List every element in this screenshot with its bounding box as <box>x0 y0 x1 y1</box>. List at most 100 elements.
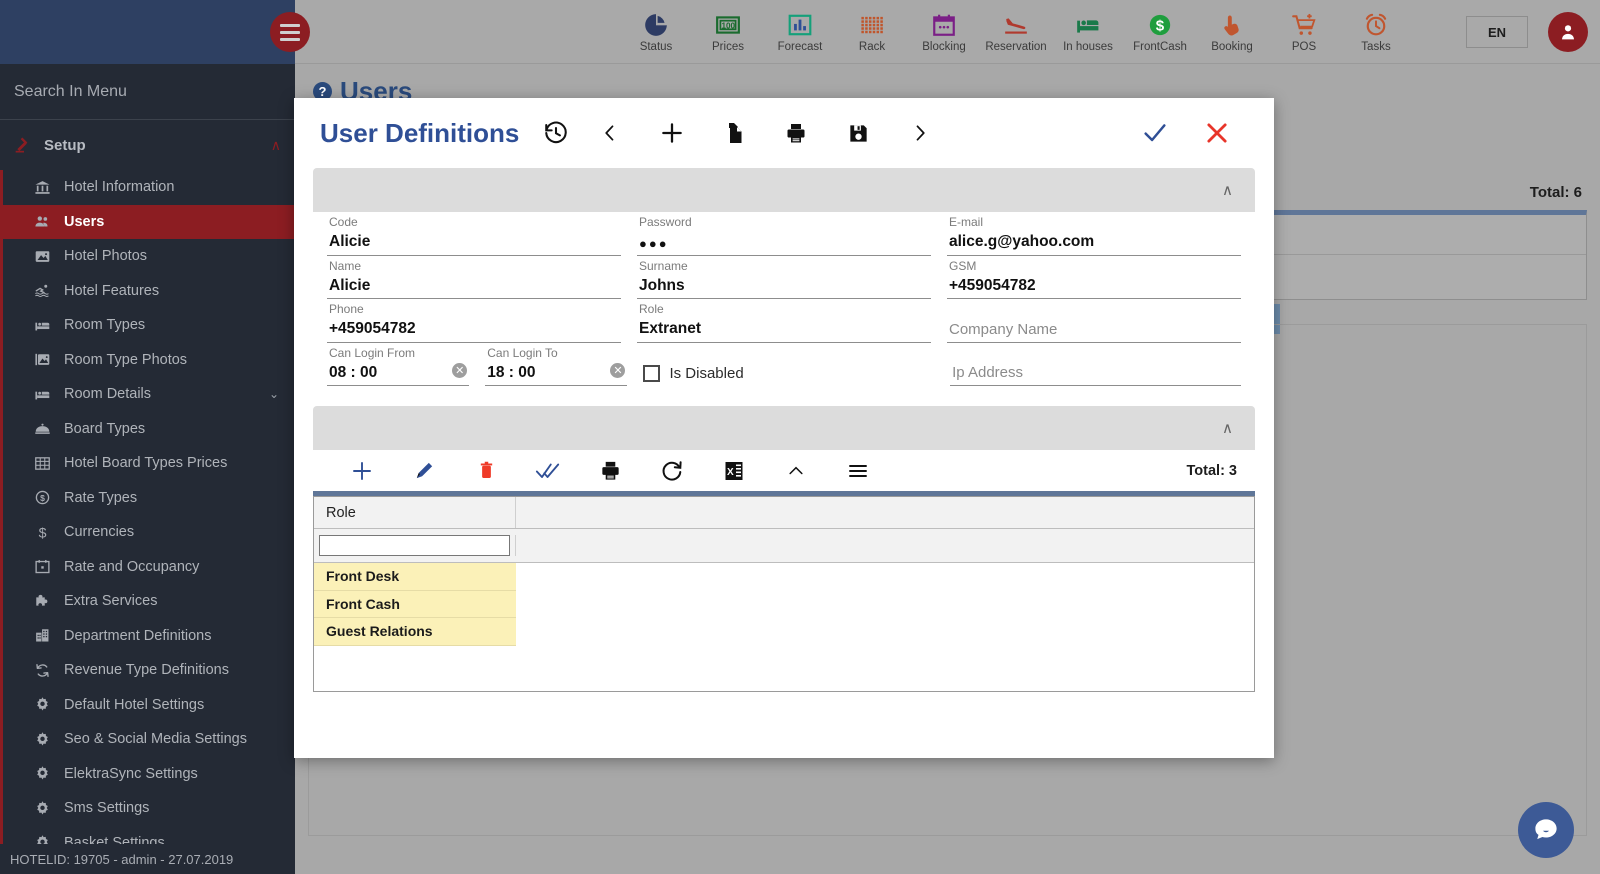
nav-item-in-houses[interactable]: In houses <box>1052 0 1124 64</box>
building-icon <box>31 627 53 644</box>
sidebar-item-default-hotel-settings[interactable]: Default Hotel Settings <box>3 688 295 723</box>
details-panel-toggle[interactable]: ∧ <box>313 168 1255 212</box>
sidebar-item-room-type-photos[interactable]: Room Type Photos <box>3 343 295 378</box>
gsm-field[interactable]: GSM +459054782 <box>947 256 1241 299</box>
copy-record-button[interactable] <box>703 110 765 156</box>
sidebar-item-room-details[interactable]: Room Details ⌄ <box>3 377 295 412</box>
sidebar-item-revenue-type-definitions[interactable]: Revenue Type Definitions <box>3 653 295 688</box>
email-field[interactable]: E-mail alice.g@yahoo.com <box>947 212 1241 256</box>
nav-item-tasks[interactable]: Tasks <box>1340 0 1412 64</box>
roles-panel-toggle[interactable]: ∧ <box>313 406 1255 450</box>
sidebar-item-rate-types[interactable]: $ Rate Types <box>3 481 295 516</box>
sidebar-item-extra-services[interactable]: Extra Services <box>3 584 295 619</box>
grid-menu-button[interactable] <box>827 450 889 492</box>
sidebar-search[interactable] <box>0 64 295 120</box>
nav-item-rack[interactable]: Rack <box>836 0 908 64</box>
sidebar-item-seo-social-media-settings[interactable]: Seo & Social Media Settings <box>3 722 295 757</box>
chat-widget-button[interactable] <box>1518 802 1574 858</box>
collapse-grid-button[interactable] <box>765 450 827 492</box>
menu-toggle-button[interactable] <box>270 12 310 52</box>
floppy-save-icon <box>850 124 867 142</box>
confirm-button[interactable] <box>1124 110 1186 156</box>
role-field[interactable]: Role Extranet <box>637 299 931 343</box>
add-record-button[interactable] <box>641 110 703 156</box>
next-record-button[interactable] <box>889 110 951 156</box>
grid-total-count: Total: 3 <box>1186 462 1237 479</box>
nav-item-reservation[interactable]: Reservation <box>980 0 1052 64</box>
sidebar-item-room-types[interactable]: Room Types <box>3 308 295 343</box>
close-icon <box>1207 123 1227 143</box>
select-all-button[interactable] <box>517 450 579 492</box>
filter-cell-role[interactable] <box>314 535 516 556</box>
sidebar-item-hotel-board-types-prices[interactable]: Hotel Board Types Prices <box>3 446 295 481</box>
save-button[interactable] <box>827 110 889 156</box>
name-field[interactable]: Name Alicie <box>327 256 621 299</box>
can-login-to-field[interactable]: Can Login To 18 : 00 ✕ <box>485 343 628 386</box>
print-button[interactable] <box>765 110 827 156</box>
sidebar-item-rate-and-occupancy[interactable]: Rate and Occupancy <box>3 550 295 585</box>
grid-header: Role <box>314 497 1254 529</box>
nav-item-pos[interactable]: POS <box>1268 0 1340 64</box>
can-login-from-label: Can Login From <box>329 345 416 360</box>
table-row[interactable]: Front Desk <box>314 563 1254 591</box>
chevron-down-icon[interactable]: ⌄ <box>269 387 279 401</box>
sidebar-item-department-definitions[interactable]: Department Definitions <box>3 619 295 654</box>
nav-item-label: Status <box>639 41 673 53</box>
code-label: Code <box>329 215 358 229</box>
gsm-label: GSM <box>949 258 977 273</box>
column-header-role[interactable]: Role <box>314 497 516 528</box>
nav-item-frontcash[interactable]: $ FrontCash <box>1124 0 1196 64</box>
refresh-button[interactable] <box>641 450 703 492</box>
search-input[interactable] <box>14 82 281 101</box>
close-dialog-button[interactable] <box>1186 110 1248 156</box>
sidebar-item-hotel-photos[interactable]: Hotel Photos <box>3 239 295 274</box>
ip-address-field[interactable]: Ip Address <box>950 343 1241 386</box>
double-check-icon <box>535 463 560 478</box>
sidebar-item-hotel-information[interactable]: Hotel Information <box>3 170 295 205</box>
nav-item-booking[interactable]: Booking <box>1196 0 1268 64</box>
sidebar-item-sms-settings[interactable]: Sms Settings <box>3 791 295 826</box>
user-avatar-button[interactable] <box>1548 12 1588 52</box>
nav-item-blocking[interactable]: Blocking <box>908 0 980 64</box>
sidebar-item-users[interactable]: Users <box>3 204 295 239</box>
language-selector[interactable]: EN <box>1466 16 1528 48</box>
sidebar-item-hotel-features[interactable]: Hotel Features <box>3 274 295 309</box>
delete-row-button[interactable] <box>455 450 517 492</box>
page-total-count: Total: 6 <box>1529 184 1582 201</box>
phone-field[interactable]: Phone +459054782 <box>327 299 621 343</box>
sidebar-item-label: Currencies <box>64 524 135 541</box>
previous-record-button[interactable] <box>579 110 641 156</box>
sidebar-item-currencies[interactable]: $ Currencies <box>3 515 295 550</box>
password-field[interactable]: Password ●●● <box>637 212 931 256</box>
table-row[interactable]: Guest Relations <box>314 618 1254 646</box>
nav-item-prices[interactable]: 100 Prices <box>692 0 764 64</box>
sidebar-item-board-types[interactable]: Board Types <box>3 412 295 447</box>
nav-item-status[interactable]: Status <box>620 0 692 64</box>
company-name-field[interactable]: Company Name <box>947 299 1241 343</box>
roles-grid: Role Front Desk Front Cash Guest Relations <box>313 496 1255 692</box>
company-name-placeholder: Company Name <box>949 320 1058 338</box>
history-icon[interactable] <box>533 110 579 156</box>
gear-icon <box>31 800 53 817</box>
nav-item-forecast[interactable]: Forecast <box>764 0 836 64</box>
code-field[interactable]: Code Alicie <box>327 212 621 256</box>
role-filter-input[interactable] <box>319 535 510 556</box>
top-toolbar: Status 100 Prices Forecast Rack Blocking Reser… <box>0 0 1600 64</box>
is-disabled-checkbox-wrap[interactable]: Is Disabled <box>643 343 934 387</box>
add-row-button[interactable] <box>331 450 393 492</box>
sidebar-group-setup[interactable]: Setup ∧ <box>0 120 295 170</box>
nav-item-label: FrontCash <box>1133 41 1187 53</box>
gear-icon <box>31 731 53 748</box>
is-disabled-checkbox[interactable] <box>643 365 661 382</box>
print-grid-button[interactable] <box>579 450 641 492</box>
sidebar: Setup ∧ Hotel Information Users Hotel Phot… <box>0 64 295 874</box>
phone-value: +459054782 <box>329 320 416 337</box>
edit-row-button[interactable] <box>393 450 455 492</box>
email-label: E-mail <box>949 215 984 229</box>
surname-field[interactable]: Surname Johns <box>637 256 931 299</box>
export-excel-button[interactable]: X <box>703 450 765 492</box>
can-login-from-field[interactable]: Can Login From 08 : 00 ✕ <box>327 343 470 386</box>
sidebar-item-elektrasync-settings[interactable]: ElektraSync Settings <box>3 757 295 792</box>
table-row[interactable]: Front Cash <box>314 590 1254 618</box>
nav-item-label: Booking <box>1211 41 1253 53</box>
